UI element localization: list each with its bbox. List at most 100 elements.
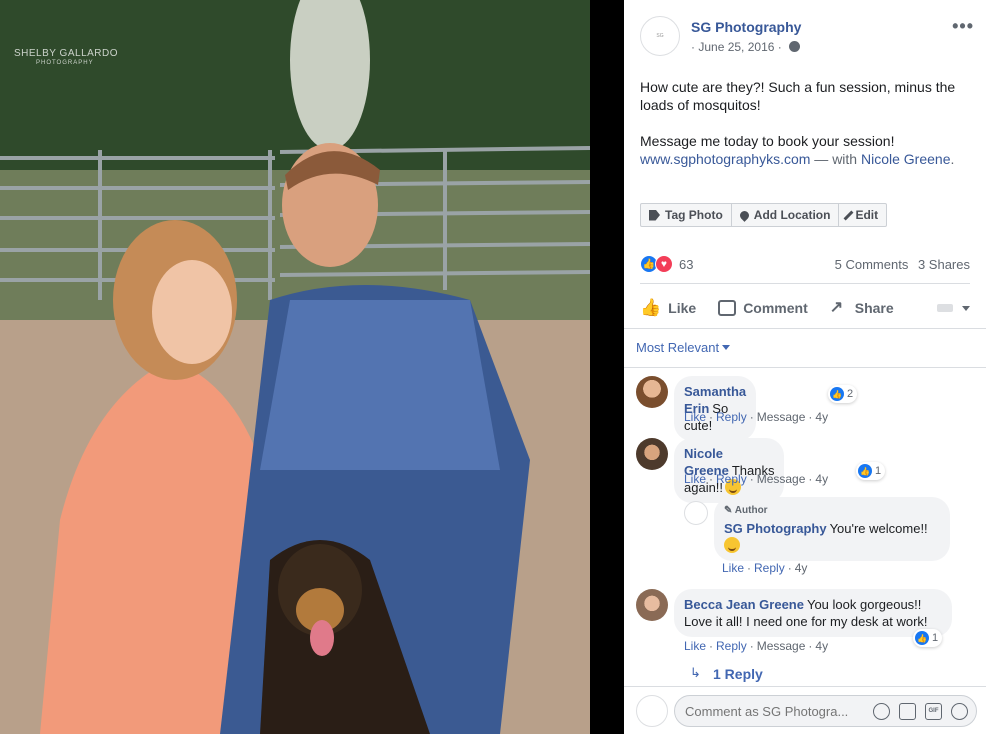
edit-label: Edit [855,208,879,222]
author-badge: ✎ Author [724,505,768,516]
comment-sort-label: Most Relevant [636,340,720,355]
commenter-name[interactable]: Becca Jean Greene [684,597,804,612]
reaction-count[interactable]: 63 [679,257,693,272]
post-text-line2: Message me today to book your session! w… [640,132,970,168]
author-badge-label: Author [734,505,768,516]
more-icon[interactable]: ••• [952,16,974,37]
comment-button[interactable]: Comment [718,300,808,316]
add-location-label: Add Location [753,208,831,222]
view-replies-link[interactable]: 1 Reply [713,666,763,682]
reply-bubble: ✎ Author SG Photography You're welcome!! [714,497,950,561]
comment-message-link[interactable]: Message [757,472,806,486]
comment-reactions[interactable]: 👍 1 [913,629,943,647]
comment-reaction-count: 2 [847,388,854,400]
globe-icon [789,41,801,52]
post-text-line1: How cute are they?! Such a fun session, … [640,79,956,113]
avatar[interactable] [636,376,668,408]
tagged-person-link[interactable]: Nicole Greene [861,151,951,167]
sticker-icon[interactable] [951,703,968,720]
reply-arrow-icon: ↳ [690,665,701,680]
reply-reply-link[interactable]: Reply [754,561,785,575]
add-location-button[interactable]: Add Location [732,204,840,226]
actions-divider [624,328,986,329]
post-side-panel: SG SG Photography · June 25, 2016 · ••• … [624,0,986,734]
post-timestamp[interactable]: · June 25, 2016 · [691,40,801,54]
edit-button[interactable]: Edit [839,204,886,226]
comment-sort-dropdown[interactable]: Most Relevant [636,340,731,355]
post-stats: 👍 ♥ 63 5 Comments 3 Shares [640,255,970,273]
reply-age[interactable]: 4y [795,561,808,575]
comment-bubble: Samantha Erin So cute! [674,376,757,441]
post-photo[interactable]: SHELBY GALLARDO PHOTOGRAPHY [0,0,590,734]
comment-reaction-count: 1 [875,465,882,477]
photo-tools: Tag Photo Add Location Edit [640,203,888,227]
emoji-icon[interactable] [873,703,890,720]
website-link[interactable]: www.sgphotographyks.com [640,151,810,167]
photo-illustration [0,0,590,734]
comments-count[interactable]: 5 Comments [835,257,909,272]
chevron-down-icon [722,345,731,350]
page-name-link[interactable]: SG Photography [691,19,801,35]
post-header: SG SG Photography · June 25, 2016 · ••• [640,16,980,58]
post-date-text: June 25, 2016 [698,40,775,54]
comment-like-link[interactable]: Like [684,639,706,653]
love-reaction-icon[interactable]: ♥ [655,255,673,273]
comment-icon [718,300,737,316]
reply-like-link[interactable]: Like [722,561,744,575]
comment-reactions[interactable]: 👍 1 [856,462,886,480]
like-button[interactable]: 👍 Like [640,298,696,318]
comment-composer: GIF [624,686,986,734]
reply-meta: Like · Reply · 4y [722,561,808,575]
camera-icon[interactable] [899,703,916,720]
share-button[interactable]: Share [830,297,894,317]
with-text: — with [810,151,861,167]
avatar[interactable] [684,501,708,525]
pencil-icon [844,210,854,220]
comment-reply-link[interactable]: Reply [716,472,747,486]
like-icon: 👍 [915,631,929,645]
comment-bubble: Becca Jean Greene You look gorgeous!! Lov… [674,589,952,637]
smiling-emoji-icon [724,537,740,553]
tag-photo-button[interactable]: Tag Photo [641,204,732,226]
comment-like-link[interactable]: Like [684,472,706,486]
gif-icon[interactable]: GIF [925,703,942,720]
photographer-watermark: SHELBY GALLARDO PHOTOGRAPHY [14,48,118,66]
like-icon: 👍 [830,387,844,401]
comment-meta: Like · Reply · Message · 4y [684,472,829,486]
audience-avatar-icon [937,304,953,312]
avatar[interactable] [636,438,668,470]
comment-age[interactable]: 4y [815,472,828,486]
comment-text: You're welcome!! [829,521,928,536]
post-message: How cute are they?! Such a fun session, … [640,78,970,168]
post-period: . [950,151,955,167]
comment-reaction-count: 1 [932,632,939,644]
page-avatar[interactable]: SG [640,16,680,56]
shares-count[interactable]: 3 Shares [918,257,970,272]
like-icon: 👍 [858,464,872,478]
avatar[interactable] [636,695,668,727]
comment-meta: Like · Reply · Message · 4y [684,410,829,424]
comment-bubble: Nicole Greene Thanks again!! [674,438,785,503]
like-icon: 👍 [640,298,662,317]
share-label: Share [854,300,894,316]
comment-age[interactable]: 4y [815,639,828,653]
comment-like-link[interactable]: Like [684,410,706,424]
location-pin-icon [737,208,751,222]
facebook-photo-viewer: SHELBY GALLARDO PHOTOGRAPHY SG SG Photog… [0,0,986,734]
post-actions: 👍 Like Comment Share [640,290,970,326]
comment-message-link[interactable]: Message [757,639,806,653]
commenter-name[interactable]: SG Photography [724,521,827,536]
comment-reply-link[interactable]: Reply [716,410,747,424]
avatar[interactable] [636,589,668,621]
comment-age[interactable]: 4y [815,410,828,424]
stats-divider [640,283,970,284]
audience-selector[interactable] [937,304,970,312]
comment-message-link[interactable]: Message [757,410,806,424]
comment-reply-link[interactable]: Reply [716,639,747,653]
comment-reactions[interactable]: 👍 2 [828,385,858,403]
composer-icons: GIF [873,703,968,720]
comment-label: Comment [743,300,808,316]
comment-meta: Like · Reply · Message · 4y [684,639,829,653]
share-icon [830,297,848,317]
viewer-gutter [590,0,624,734]
